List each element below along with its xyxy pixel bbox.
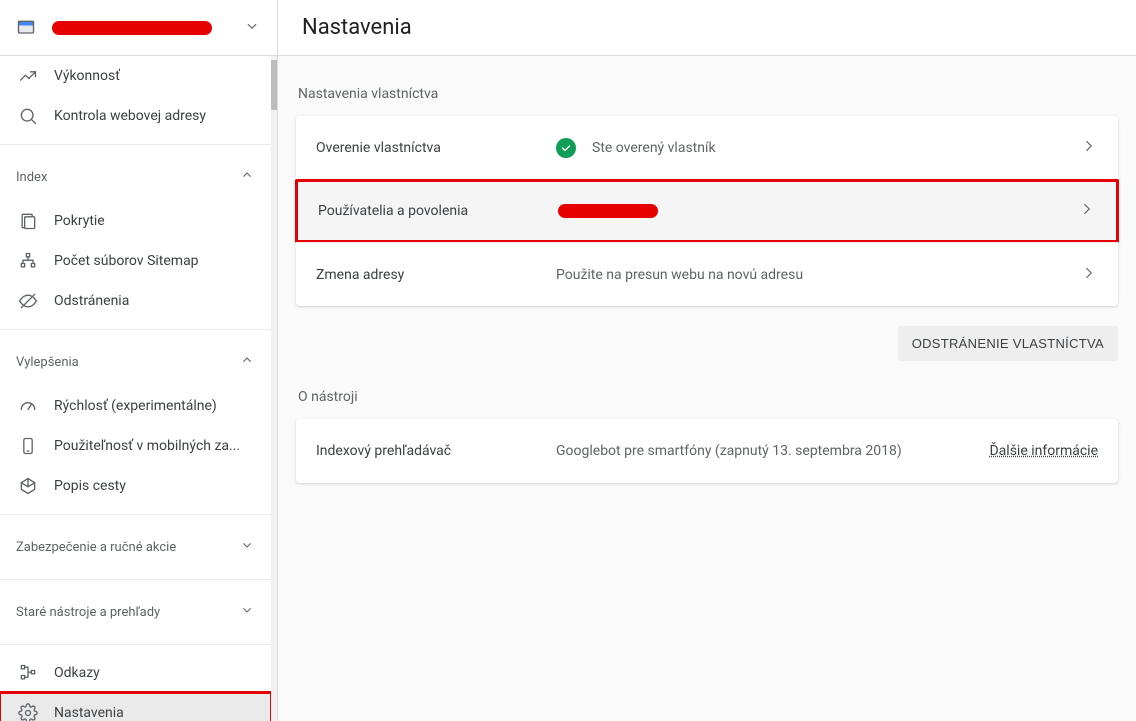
sidebar-item-label: Výkonnosť	[54, 68, 120, 84]
sidebar-item-coverage[interactable]: Pokrytie	[0, 201, 271, 241]
row-address-change[interactable]: Zmena adresy Použite na presun webu na n…	[296, 242, 1118, 306]
divider	[0, 329, 271, 330]
redacted-status	[558, 204, 658, 218]
chevron-up-icon	[239, 167, 255, 187]
sidebar-item-label: Rýchlosť (experimentálne)	[54, 398, 217, 414]
row-title: Zmena adresy	[316, 267, 556, 283]
sidebar-item-mobile[interactable]: Použiteľnosť v mobilných za...	[0, 426, 271, 466]
sidebar-item-label: Odkazy	[54, 665, 100, 681]
chevron-right-icon	[1078, 200, 1096, 222]
sidebar-item-label: Počet súborov Sitemap	[54, 253, 199, 269]
divider	[0, 579, 271, 580]
row-users-permissions[interactable]: Používatelia a povolenia	[295, 179, 1119, 243]
sidebar-item-label: Pokrytie	[54, 213, 105, 229]
section-label-about: O nástroji	[298, 389, 1116, 405]
removals-icon	[16, 289, 40, 313]
sidebar-group-legacy[interactable]: Staré nástroje a prehľady	[0, 588, 271, 636]
sidebar: Výkonnosť Kontrola webovej adresy Index …	[0, 0, 278, 721]
sidebar-group-security[interactable]: Zabezpečenie a ručné akcie	[0, 523, 271, 571]
sitemap-icon	[16, 249, 40, 273]
sidebar-item-label: Kontrola webovej adresy	[54, 108, 206, 124]
site-icon	[16, 18, 36, 38]
sidebar-item-label: Odstránenia	[54, 293, 129, 309]
row-title: Indexový prehľadávač	[316, 443, 556, 459]
sidebar-item-links[interactable]: Odkazy	[0, 653, 271, 693]
mobile-icon	[16, 434, 40, 458]
group-label: Index	[16, 170, 47, 185]
row-status: Ste overený vlastník	[556, 138, 1080, 158]
chevron-up-icon	[239, 352, 255, 372]
ownership-card: Overenie vlastníctva Ste overený vlastní…	[296, 116, 1118, 306]
row-status	[558, 204, 1078, 218]
row-title: Používatelia a povolenia	[318, 203, 558, 219]
section-label-ownership: Nastavenia vlastníctva	[298, 86, 1116, 102]
chevron-down-icon	[243, 17, 261, 39]
coverage-icon	[16, 209, 40, 233]
remove-ownership-row: ODSTRÁNENIE VLASTNÍCTVA	[296, 326, 1118, 361]
status-text: Použite na presun webu na novú adresu	[556, 267, 803, 283]
row-status: Googlebot pre smartfóny (zapnutý 13. sep…	[556, 443, 1098, 459]
row-status: Použite na presun webu na novú adresu	[556, 267, 1080, 283]
remove-ownership-button[interactable]: ODSTRÁNENIE VLASTNÍCTVA	[898, 326, 1118, 361]
chevron-right-icon	[1080, 264, 1098, 286]
redacted-property-name	[52, 21, 212, 35]
performance-icon	[16, 64, 40, 88]
property-selector[interactable]	[0, 0, 277, 56]
status-text: Ste overený vlastník	[592, 140, 716, 156]
sidebar-item-url-inspection[interactable]: Kontrola webovej adresy	[0, 96, 271, 136]
speed-icon	[16, 394, 40, 418]
group-label: Staré nástroje a prehľady	[16, 605, 160, 620]
sidebar-group-enhancements[interactable]: Vylepšenia	[0, 338, 271, 386]
sidebar-item-label: Nastavenia	[54, 705, 124, 721]
row-crawler: Indexový prehľadávač Googlebot pre smart…	[296, 419, 1118, 483]
group-label: Zabezpečenie a ručné akcie	[16, 540, 176, 555]
sidebar-item-label: Popis cesty	[54, 478, 126, 494]
chevron-down-icon	[239, 537, 255, 557]
chevron-right-icon	[1080, 137, 1098, 159]
divider	[0, 514, 271, 515]
chevron-down-icon	[239, 602, 255, 622]
row-ownership-verification[interactable]: Overenie vlastníctva Ste overený vlastní…	[296, 116, 1118, 180]
links-icon	[16, 661, 40, 685]
more-info-link[interactable]: Ďalšie informácie	[989, 443, 1098, 459]
main: Nastavenia Nastavenia vlastníctva Overen…	[278, 0, 1136, 721]
divider	[0, 144, 271, 145]
page-title: Nastavenia	[302, 15, 412, 40]
search-icon	[16, 104, 40, 128]
sidebar-item-sitemaps[interactable]: Počet súborov Sitemap	[0, 241, 271, 281]
check-circle-icon	[556, 138, 576, 158]
breadcrumbs-icon	[16, 474, 40, 498]
group-label: Vylepšenia	[16, 355, 79, 370]
row-title: Overenie vlastníctva	[316, 140, 556, 156]
sidebar-item-performance[interactable]: Výkonnosť	[0, 56, 271, 96]
gear-icon	[16, 701, 40, 721]
sidebar-item-settings[interactable]: Nastavenia	[0, 693, 271, 721]
divider	[0, 644, 271, 645]
sidebar-nav: Výkonnosť Kontrola webovej adresy Index …	[0, 56, 277, 721]
main-header: Nastavenia	[278, 0, 1136, 56]
sidebar-item-removals[interactable]: Odstránenia	[0, 281, 271, 321]
sidebar-item-label: Použiteľnosť v mobilných za...	[54, 438, 240, 454]
crawler-value: Googlebot pre smartfóny (zapnutý 13. sep…	[556, 443, 902, 459]
about-card: Indexový prehľadávač Googlebot pre smart…	[296, 419, 1118, 483]
main-body: Nastavenia vlastníctva Overenie vlastníc…	[278, 56, 1136, 721]
sidebar-group-index[interactable]: Index	[0, 153, 271, 201]
sidebar-item-speed[interactable]: Rýchlosť (experimentálne)	[0, 386, 271, 426]
sidebar-item-breadcrumbs[interactable]: Popis cesty	[0, 466, 271, 506]
